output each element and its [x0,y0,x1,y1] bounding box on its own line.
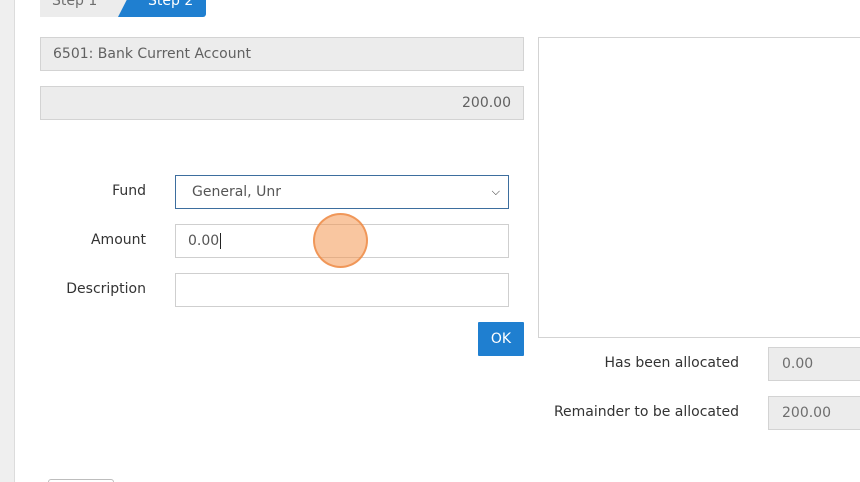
description-label: Description [66,281,146,297]
description-input[interactable] [175,273,509,307]
fund-select[interactable]: General, Unr ⌵ [175,175,509,209]
step-2-tab[interactable]: Step 2 [118,0,206,17]
account-field: 6501: Bank Current Account [40,37,524,71]
remainder-label: Remainder to be allocated [553,404,739,420]
chevron-down-icon: ⌵ [491,185,500,198]
text-caret [220,233,222,249]
allocation-preview-panel [538,37,860,338]
click-indicator [313,213,368,268]
fund-label: Fund [112,183,146,199]
amount-label: Amount [90,232,146,248]
total-amount-field: 200.00 [40,86,524,120]
amount-input-value: 0.00 [188,233,220,249]
has-been-allocated-label: Has been allocated [604,355,739,371]
ok-button[interactable]: OK [478,322,524,356]
has-been-allocated-value: 0.00 [768,347,860,381]
fund-select-value: General, Unr [192,184,281,200]
remainder-value: 200.00 [768,396,860,430]
